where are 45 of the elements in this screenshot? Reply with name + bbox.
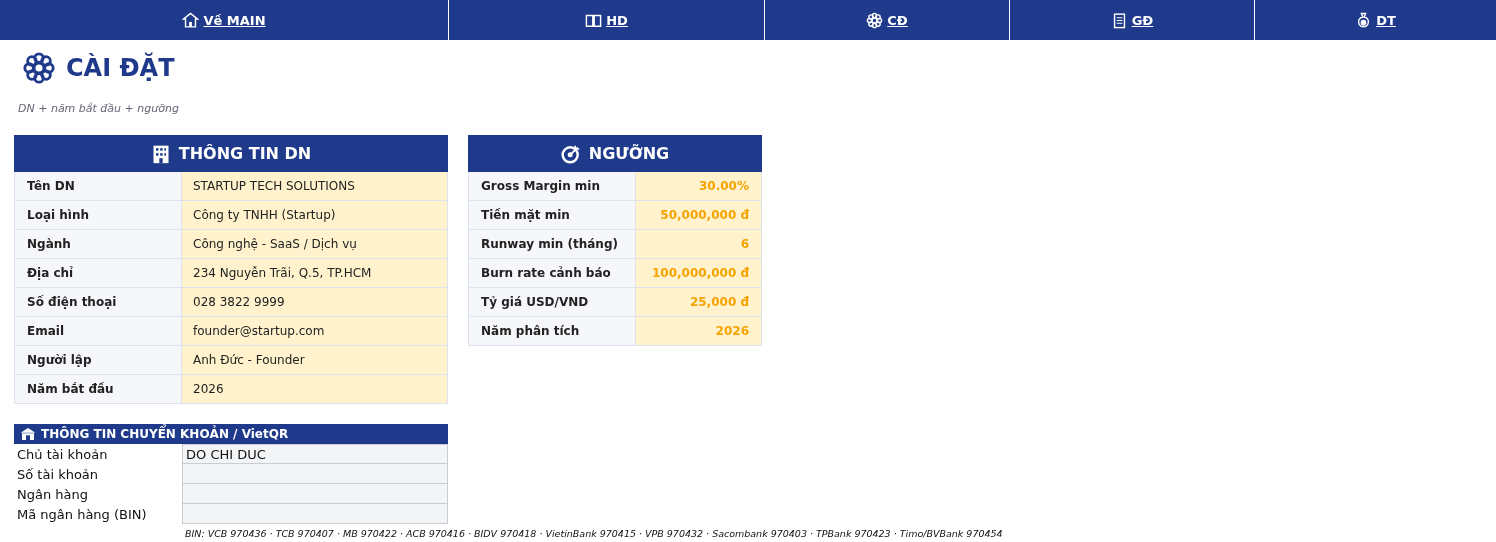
- label-cell: Email: [14, 317, 182, 345]
- input-field[interactable]: DO CHI DUC: [182, 444, 448, 464]
- label-cell: Số điện thoại: [14, 288, 182, 316]
- table-title: THÔNG TIN DN: [178, 144, 312, 163]
- page-title: CÀI ĐẶT: [66, 54, 175, 82]
- label-cell: Ngành: [14, 230, 182, 258]
- field-label: Ngân hàng: [16, 485, 89, 504]
- value-cell[interactable]: Công nghệ - SaaS / Dịch vụ: [182, 230, 448, 258]
- label-cell: Tiền mặt min: [468, 201, 636, 229]
- value-cell[interactable]: 028 3822 9999: [182, 288, 448, 316]
- page-subtitle: DN + năm bắt đầu + ngưỡng: [18, 102, 180, 115]
- value-cell[interactable]: 234 Nguyễn Trãi, Q.5, TP.HCM: [182, 259, 448, 287]
- nav-link[interactable]: GĐ: [1010, 0, 1254, 40]
- value-cell[interactable]: founder@startup.com: [182, 317, 448, 345]
- nav-link[interactable]: CĐ: [765, 0, 1009, 40]
- gear-icon: [22, 51, 56, 85]
- value-cell[interactable]: Công ty TNHH (Startup): [182, 201, 448, 229]
- label-cell: Gross Margin min: [468, 172, 636, 200]
- input-field[interactable]: [182, 464, 448, 484]
- value-cell[interactable]: Anh Đức - Founder: [182, 346, 448, 374]
- input-field[interactable]: [182, 504, 448, 524]
- label-cell: Người lập: [14, 346, 182, 374]
- label-cell: Năm phân tích: [468, 317, 636, 345]
- field-label: Chủ tài khoản: [16, 445, 109, 464]
- label-cell: Burn rate cảnh báo: [468, 259, 636, 287]
- nav-link[interactable]: HD: [449, 0, 764, 40]
- label-cell: Runway min (tháng): [468, 230, 636, 258]
- label-cell: Tỷ giá USD/VND: [468, 288, 636, 316]
- bank-code-note: BIN: VCB 970436 · TCB 970407 · MB 970422 · ACB 970416 · BIDV 970418 · VietinBank 970415 · VPB 970432 · Sacombank 970403 · TPBank 970423 · Timo/BVBank 970454: [185, 528, 1004, 539]
- input-field[interactable]: [182, 484, 448, 504]
- home-icon: [182, 11, 200, 29]
- label-cell: Tên DN: [14, 172, 182, 200]
- bank-icon: [20, 427, 36, 441]
- table-title: NGƯỠNG: [588, 144, 670, 163]
- value-cell[interactable]: STARTUP TECH SOLUTIONS: [182, 172, 448, 200]
- gear-icon: [866, 11, 884, 29]
- label-cell: Năm bắt đầu: [14, 375, 182, 403]
- nav-link[interactable]: Về MAIN: [0, 0, 448, 40]
- field-label: Mã ngân hàng (BIN): [16, 505, 148, 524]
- target-icon: [560, 143, 581, 164]
- nav-link[interactable]: DT: [1255, 0, 1496, 40]
- field-label: Số tài khoản: [16, 465, 100, 484]
- label-cell: Địa chỉ: [14, 259, 182, 287]
- label-cell: Loại hình: [14, 201, 182, 229]
- value-cell[interactable]: 2026: [182, 375, 448, 403]
